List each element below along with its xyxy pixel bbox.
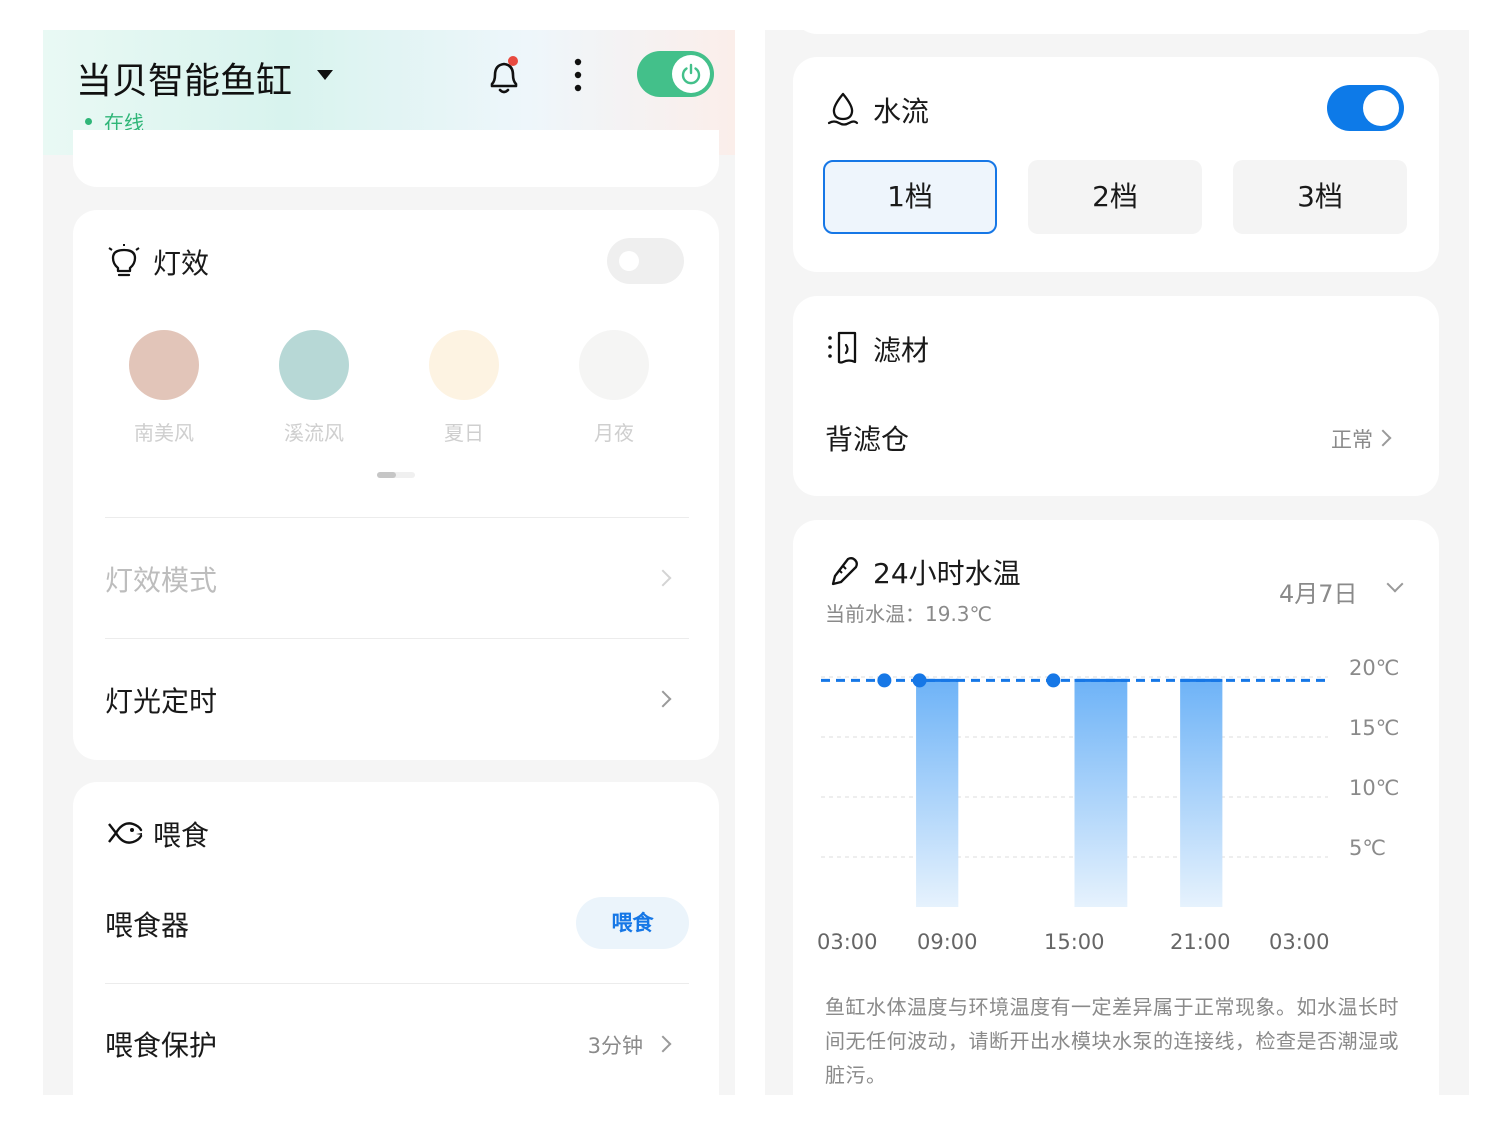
flow-level-1-button[interactable]: 1档 [823, 160, 997, 234]
device-title[interactable]: 当贝智能鱼缸 [76, 52, 292, 104]
prev-card-bottom [73, 130, 719, 187]
preset-swatch-summer[interactable] [429, 330, 499, 400]
chevron-right-icon [654, 569, 672, 587]
light-effect-card: 灯效 南美风 溪流风 夏日 月夜 灯效模式 灯光定时 [73, 210, 719, 760]
chevron-right-icon [1374, 429, 1392, 447]
water-flow-toggle[interactable] [1327, 85, 1404, 131]
power-toggle[interactable] [637, 51, 714, 97]
light-mode-row[interactable]: 灯效模式 [105, 559, 217, 599]
feeder-label: 喂食器 [105, 909, 190, 942]
y-tick-label: 5℃ [1349, 836, 1386, 860]
filter-icon [828, 331, 857, 364]
water-flow-title: 水流 [873, 95, 930, 128]
temperature-note: 鱼缸水体温度与环境温度有一定差异属于正常现象。如水温长时间无任何波动，请断开出水… [825, 995, 1399, 1087]
flow-level-2-button[interactable]: 2档 [1028, 160, 1202, 234]
temperature-chart [821, 673, 1328, 907]
online-dot-icon [85, 118, 92, 125]
right-panel: 水流 1档 2档 3档 滤材 背滤仓 正常 24小时水温 当前水温：19.3℃ … [765, 30, 1469, 1095]
prev-card-bottom [793, 30, 1439, 34]
more-options-icon[interactable] [566, 54, 590, 96]
feed-button[interactable]: 喂食 [576, 897, 689, 949]
temperature-bar [1180, 680, 1223, 907]
light-timer-row[interactable]: 灯光定时 [105, 680, 217, 720]
feed-protection-row[interactable]: 喂食保护 [105, 1024, 217, 1064]
temperature-point [912, 673, 927, 688]
left-panel: 当贝智能鱼缸 在线 灯效 南美风 溪流风 夏日 月夜 灯效模式 灯光定时 喂食 … [43, 30, 735, 1095]
temperature-point [877, 673, 892, 688]
preset-label: 夏日 [444, 421, 484, 445]
light-effect-title: 灯效 [153, 247, 210, 280]
fish-icon [108, 822, 143, 844]
x-tick-label: 09:00 [917, 930, 978, 954]
feeding-title: 喂食 [153, 819, 210, 852]
x-tick-label: 15:00 [1044, 930, 1105, 954]
temperature-bar [916, 680, 959, 907]
filter-status: 正常 [1331, 428, 1373, 452]
y-tick-label: 15℃ [1349, 716, 1400, 740]
y-tick-label: 10℃ [1349, 776, 1400, 800]
filter-item-label[interactable]: 背滤仓 [825, 418, 909, 458]
preset-label: 溪流风 [284, 421, 344, 445]
x-tick-label: 21:00 [1170, 930, 1231, 954]
preset-swatch-moon-night[interactable] [579, 330, 649, 400]
preset-swatch-south-america[interactable] [129, 330, 199, 400]
filter-title: 滤材 [873, 334, 930, 367]
flow-level-3-button[interactable]: 3档 [1233, 160, 1407, 234]
preset-label: 月夜 [594, 421, 634, 445]
water-drop-icon [827, 92, 859, 126]
feeding-card: 喂食 喂食器 喂食 喂食保护 3分钟 [73, 782, 719, 1095]
chevron-right-icon [654, 1035, 672, 1053]
light-effect-toggle[interactable] [607, 238, 684, 284]
page-indicator [377, 472, 415, 478]
filter-card: 滤材 背滤仓 正常 [793, 296, 1439, 496]
x-tick-label: 03:00 [1269, 930, 1330, 954]
chevron-down-icon[interactable] [317, 70, 333, 80]
divider [105, 983, 689, 984]
temperature-card: 24小时水温 当前水温：19.3℃ 4月7日 20℃ 15℃ 10℃ 5℃ 03… [793, 520, 1439, 1095]
x-tick-label: 03:00 [817, 930, 878, 954]
temperature-bar [1074, 680, 1128, 907]
water-flow-card: 水流 1档 2档 3档 [793, 57, 1439, 272]
feed-protection-value: 3分钟 [587, 1034, 643, 1058]
bell-icon[interactable] [485, 54, 523, 96]
power-icon [672, 55, 710, 93]
lightbulb-icon [108, 244, 140, 277]
y-tick-label: 20℃ [1349, 656, 1400, 680]
preset-swatch-stream[interactable] [279, 330, 349, 400]
preset-label: 南美风 [134, 421, 194, 445]
chevron-right-icon [654, 690, 672, 708]
divider [105, 517, 689, 518]
temperature-point [1046, 673, 1061, 688]
divider [105, 638, 689, 639]
